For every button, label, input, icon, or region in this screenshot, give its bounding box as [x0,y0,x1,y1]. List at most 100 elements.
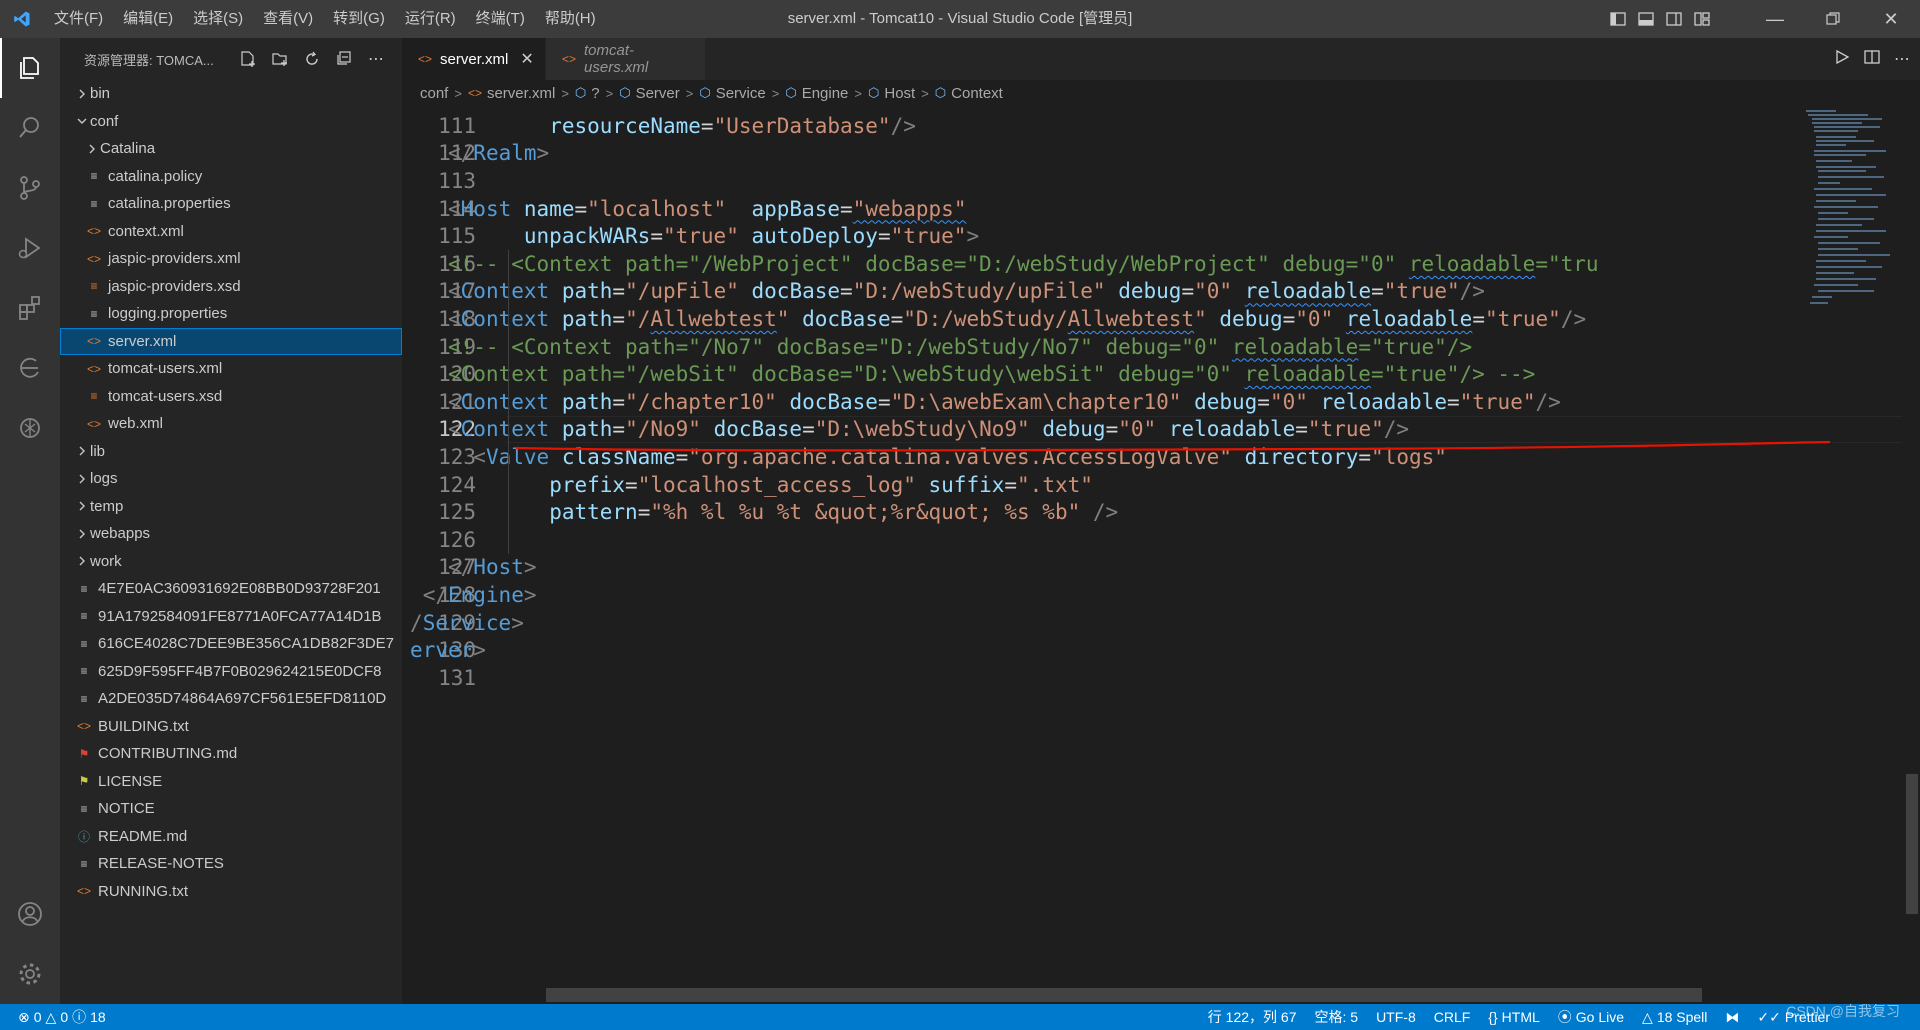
code-token: docBase [802,306,891,331]
code-token: = [1371,279,1384,304]
minimap[interactable] [1802,106,1898,336]
code-token: < [448,196,461,221]
tree-folder[interactable]: Catalina [60,135,402,163]
run-debug-icon[interactable] [0,218,60,278]
tree-file[interactable]: ≡ 625D9F595FF4B7F0B029624215E0DCF8 [60,658,402,686]
breadcrumb-item[interactable]: ⬡ Host [868,85,915,102]
menu-item[interactable]: 帮助(H) [535,0,606,38]
encoding[interactable]: UTF-8 [1367,1009,1425,1025]
notifications-icon[interactable]: ⧓ [1716,1009,1748,1026]
tree-folder[interactable]: conf [60,108,402,136]
tree-file[interactable]: ⚑ CONTRIBUTING.md [60,740,402,768]
new-folder-icon[interactable] [268,47,292,71]
code-token: < [473,444,486,469]
close-window-button[interactable]: ✕ [1862,0,1920,38]
spell-status[interactable]: △ 18 Spell [1633,1009,1716,1026]
toggle-secondary-sidebar-icon[interactable] [1660,0,1688,38]
tree-file[interactable]: ≡ 91A1792584091FE8771A0FCA77A14D1B [60,603,402,631]
tree-file[interactable]: <> RUNNING.txt [60,878,402,906]
cursor-position[interactable]: 行 122，列 67 [1199,1007,1306,1027]
tree-file[interactable]: <> context.xml [60,218,402,246]
tree-file[interactable]: <> jaspic-providers.xml [60,245,402,273]
code-token: resourceName [549,113,701,138]
breadcrumb-item[interactable]: ⬡ Context [935,85,1003,102]
refresh-icon[interactable] [300,47,324,71]
breadcrumb-item[interactable]: conf [420,85,448,102]
restore-button[interactable] [1804,0,1862,38]
close-tab-icon[interactable]: ✕ [520,49,533,69]
menu-item[interactable]: 查看(V) [253,0,323,38]
toggle-sidebar-icon[interactable] [1604,0,1632,38]
tree-file[interactable]: ≡ 616CE4028C7DEE9BE356CA1DB82F3DE7 [60,630,402,658]
search-icon[interactable] [0,98,60,158]
tree-file[interactable]: ≡ jaspic-providers.xsd [60,273,402,301]
tree-folder[interactable]: work [60,548,402,576]
scroll-thumb[interactable] [1906,774,1918,914]
source-control-icon[interactable] [0,158,60,218]
tree-folder[interactable]: lib [60,438,402,466]
horizontal-scrollbar[interactable] [546,988,1702,1002]
menu-item[interactable]: 文件(F) [44,0,113,38]
tab-tomcat-users-xml[interactable]: <> tomcat-users.xml [546,38,706,80]
xml-file-icon: <> [86,361,101,376]
explorer-icon[interactable] [0,38,60,98]
manage-gear-icon[interactable] [0,944,60,1004]
code-editor[interactable]: 111 resourceName="UserDatabase"/> 112 </Rea… [402,106,1902,996]
tree-file[interactable]: ≡ logging.properties [60,300,402,328]
language-mode[interactable]: {} HTML [1479,1009,1548,1025]
menu-item[interactable]: 终端(T) [466,0,535,38]
tree-file[interactable]: <> tomcat-users.xml [60,355,402,383]
breadcrumb-item[interactable]: ⬡ Engine [785,85,848,102]
editor-more-icon[interactable]: ⋯ [1894,49,1910,69]
run-icon[interactable] [1834,49,1850,70]
tree-file[interactable]: <> server.xml [60,327,402,355]
code-token: appBase [751,196,841,221]
code-token: = [612,389,626,414]
more-actions-icon[interactable]: ⋯ [364,47,388,71]
tree-folder[interactable]: webapps [60,520,402,548]
tree-file[interactable]: ≡ catalina.policy [60,163,402,191]
tree-folder[interactable]: bin [60,80,402,108]
breadcrumb-item[interactable]: ⬡? [575,85,600,102]
problems-status[interactable]: ⊗ 0 △ 0 ⓘ 18 [18,1007,106,1027]
tree-file[interactable]: ≡ 4E7E0AC360931692E08BB0D93728F201 [60,575,402,603]
menu-item[interactable]: 运行(R) [395,0,466,38]
menu-item[interactable]: 编辑(E) [113,0,183,38]
breadcrumb-item[interactable]: ⬡ Server [619,85,680,102]
chatgpt-icon[interactable] [0,398,60,458]
tree-file[interactable]: ≡ RELEASE-NOTES [60,850,402,878]
remote-explorer-icon[interactable] [0,338,60,398]
tree-item-label: lib [90,442,106,460]
line-ending[interactable]: CRLF [1425,1009,1480,1025]
tab-server-xml[interactable]: <> server.xml ✕ [402,38,546,80]
vertical-scrollbar[interactable] [1904,106,1920,996]
menu-item[interactable]: 选择(S) [183,0,253,38]
chevron-right-icon [74,555,90,567]
breadcrumb-item[interactable]: <> server.xml [468,85,555,102]
tree-file[interactable]: ⚑ LICENSE [60,768,402,796]
collapse-all-icon[interactable] [332,47,356,71]
breadcrumb-item[interactable]: ⬡ Service [699,85,765,102]
indentation[interactable]: 空格: 5 [1305,1007,1367,1027]
tree-file[interactable]: <> BUILDING.txt [60,713,402,741]
tree-folder[interactable]: logs [60,465,402,493]
tree-file[interactable]: ⓘ README.md [60,823,402,851]
tree-file[interactable]: <> web.xml [60,410,402,438]
go-live-button[interactable]: ⦿ Go Live [1549,1007,1633,1027]
tree-item-label: RELEASE-NOTES [98,855,224,873]
menu-item[interactable]: 转到(G) [323,0,395,38]
tree-file[interactable]: ≡ tomcat-users.xsd [60,383,402,411]
new-file-icon[interactable] [236,47,260,71]
extensions-icon[interactable] [0,278,60,338]
tree-file[interactable]: ≡ catalina.properties [60,190,402,218]
customize-layout-icon[interactable] [1688,0,1716,38]
line-number: 131 [438,665,476,690]
minimize-button[interactable]: — [1746,0,1804,38]
tree-file[interactable]: ≡ NOTICE [60,795,402,823]
split-editor-icon[interactable] [1864,49,1880,70]
tree-folder[interactable]: temp [60,493,402,521]
accounts-icon[interactable] [0,884,60,944]
tree-file[interactable]: ≡ A2DE035D74864A697CF561E5EFD8110D [60,685,402,713]
toggle-panel-icon[interactable] [1632,0,1660,38]
